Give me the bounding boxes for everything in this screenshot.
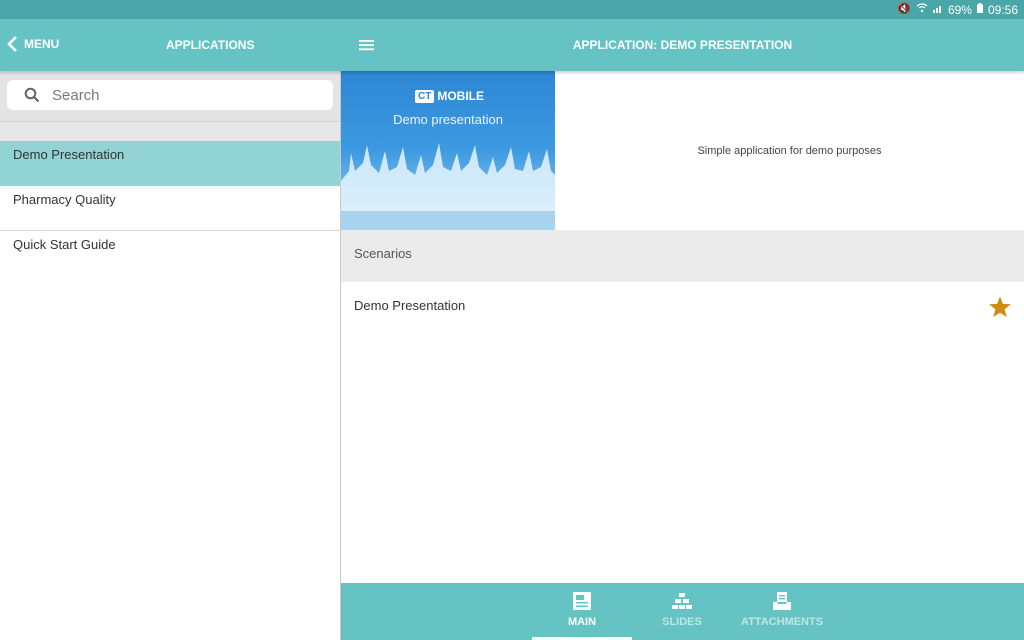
menu-back-button[interactable]: MENU bbox=[6, 35, 59, 53]
menu-label: MENU bbox=[24, 37, 60, 51]
scenarios-section-header: Scenarios bbox=[341, 230, 1024, 282]
app-description: Simple application for demo purposes bbox=[697, 144, 882, 157]
tab-label: SLIDES bbox=[662, 616, 702, 628]
presentation-thumbnail: CT MOBILE Demo presentation bbox=[341, 71, 555, 230]
mute-icon: 🔇 bbox=[897, 3, 911, 15]
crowd-illustration bbox=[341, 143, 555, 230]
chevron-left-icon bbox=[7, 36, 17, 52]
application-detail: CT MOBILE Demo presentation Simple appli… bbox=[341, 71, 1024, 583]
logo-text: MOBILE bbox=[437, 89, 485, 103]
search-input[interactable]: Search bbox=[7, 80, 333, 110]
applications-title: APPLICATIONS bbox=[166, 38, 255, 52]
battery-percent: 69% bbox=[947, 2, 972, 17]
favorite-star-icon[interactable] bbox=[988, 295, 1012, 319]
app-item-label: Demo Presentation bbox=[13, 147, 125, 162]
app-item-label: Pharmacy Quality bbox=[13, 192, 116, 207]
attachments-icon bbox=[773, 592, 791, 610]
app-item-pharmacy-quality[interactable]: Pharmacy Quality bbox=[0, 186, 340, 231]
list-header bbox=[0, 121, 340, 141]
tab-slides[interactable]: SLIDES bbox=[632, 583, 732, 640]
bottom-navigation: MAIN SLIDES ATTACHMENTS bbox=[341, 583, 1024, 640]
search-icon bbox=[24, 87, 40, 103]
clock: 09:56 bbox=[987, 2, 1018, 17]
status-bar: 🔇 69% 09:56 bbox=[0, 0, 1024, 19]
document-icon bbox=[573, 592, 591, 610]
tab-main[interactable]: MAIN bbox=[532, 583, 632, 640]
thumbnail-subtitle: Demo presentation bbox=[393, 112, 503, 127]
page-title: APPLICATION: DEMO PRESENTATION bbox=[572, 38, 793, 52]
signal-icon bbox=[932, 3, 943, 16]
app-item-quick-start-guide[interactable]: Quick Start Guide bbox=[0, 231, 340, 276]
tab-attachments[interactable]: ATTACHMENTS bbox=[732, 583, 832, 640]
app-bar: MENU APPLICATIONS APPLICATION: DEMO PRES… bbox=[0, 19, 1024, 71]
tab-label: MAIN bbox=[567, 616, 597, 628]
scenario-label: Demo Presentation bbox=[354, 298, 466, 313]
app-item-label: Quick Start Guide bbox=[13, 237, 116, 252]
battery-icon bbox=[976, 3, 983, 16]
logo-ct: CT bbox=[415, 89, 435, 103]
scenario-row[interactable]: Demo Presentation bbox=[341, 282, 1024, 332]
search-bar: Search bbox=[0, 71, 340, 121]
slides-icon bbox=[672, 593, 692, 609]
search-placeholder: Search bbox=[52, 86, 100, 104]
ct-mobile-logo: CT MOBILE bbox=[415, 89, 484, 103]
app-item-demo-presentation[interactable]: Demo Presentation bbox=[0, 141, 340, 186]
applications-sidebar: Search Demo Presentation Pharmacy Qualit… bbox=[0, 71, 341, 640]
wifi-icon bbox=[916, 3, 928, 16]
tab-label: ATTACHMENTS bbox=[740, 616, 824, 628]
